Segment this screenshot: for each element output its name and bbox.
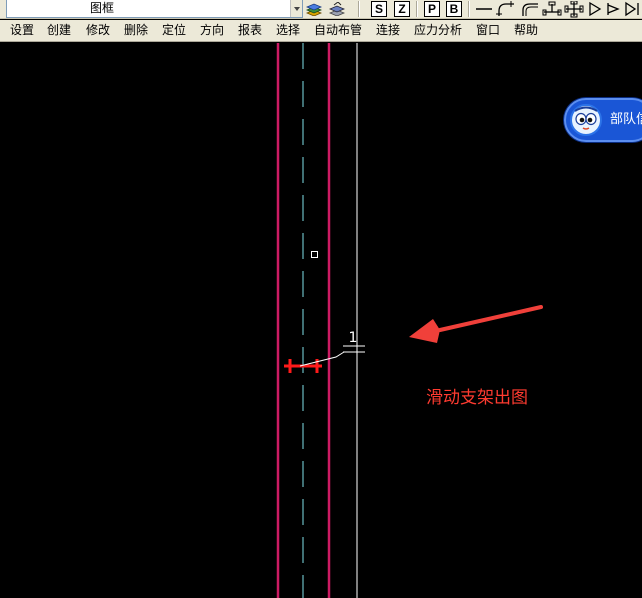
- menu-direction[interactable]: 方向: [200, 23, 224, 38]
- menu-modify[interactable]: 修改: [86, 23, 110, 38]
- menu-auto-routing[interactable]: 自动布管: [314, 23, 362, 38]
- toolbar-separator: [416, 1, 418, 17]
- menu-help[interactable]: 帮助: [514, 23, 538, 38]
- toolbar: 图框 S Z P B: [0, 0, 642, 19]
- menu-settings[interactable]: 设置: [10, 23, 34, 38]
- layer-combo[interactable]: 图框: [6, 0, 303, 18]
- s-button[interactable]: S: [371, 1, 387, 17]
- chevron-down-icon[interactable]: [290, 0, 302, 17]
- menu-bar: 设置 创建 修改 删除 定位 方向 报表 选择 自动布管 连接 应力分析 窗口 …: [0, 20, 642, 42]
- annotation-arrow: [409, 305, 543, 343]
- menu-create[interactable]: 创建: [47, 23, 71, 38]
- menu-report[interactable]: 报表: [238, 23, 262, 38]
- menu-window[interactable]: 窗口: [476, 23, 500, 38]
- bend-pipe-icon[interactable]: [522, 3, 538, 16]
- tee-icon[interactable]: [542, 1, 562, 16]
- layer-previous-icon[interactable]: [328, 2, 346, 16]
- assistant-avatar-icon: [570, 104, 602, 136]
- flange-icon[interactable]: [625, 1, 639, 17]
- cross-icon[interactable]: [564, 1, 584, 18]
- b-button[interactable]: B: [446, 1, 462, 17]
- toolbar-separator: [468, 1, 470, 17]
- sliding-support-symbol[interactable]: [284, 345, 365, 373]
- assistant-label: 部队信息: [610, 112, 642, 127]
- annotation-text: 滑动支架出图: [426, 388, 528, 408]
- menu-connect[interactable]: 连接: [376, 23, 400, 38]
- elbow-pipe-icon[interactable]: [496, 1, 514, 16]
- node-marker[interactable]: [311, 251, 318, 258]
- p-button[interactable]: P: [424, 1, 440, 17]
- menu-stress-analysis[interactable]: 应力分析: [414, 23, 462, 38]
- assistant-widget[interactable]: 部队信息: [564, 98, 642, 142]
- drawing-svg: 1: [276, 43, 543, 598]
- pipe-tools: [476, 1, 639, 18]
- menu-locate[interactable]: 定位: [162, 23, 186, 38]
- node-number: 1: [349, 330, 358, 346]
- drawing-canvas[interactable]: 1 滑动支架出图: [0, 43, 642, 598]
- menu-delete[interactable]: 删除: [124, 23, 148, 38]
- valve-icon[interactable]: [607, 3, 620, 15]
- reducer-icon[interactable]: [589, 1, 602, 17]
- layer-tools: [305, 2, 346, 16]
- layer-manager-icon[interactable]: [305, 3, 323, 16]
- z-button[interactable]: Z: [394, 1, 410, 17]
- toolbar-separator: [358, 1, 360, 17]
- layer-name: 图框: [90, 1, 115, 15]
- menu-select[interactable]: 选择: [276, 23, 300, 38]
